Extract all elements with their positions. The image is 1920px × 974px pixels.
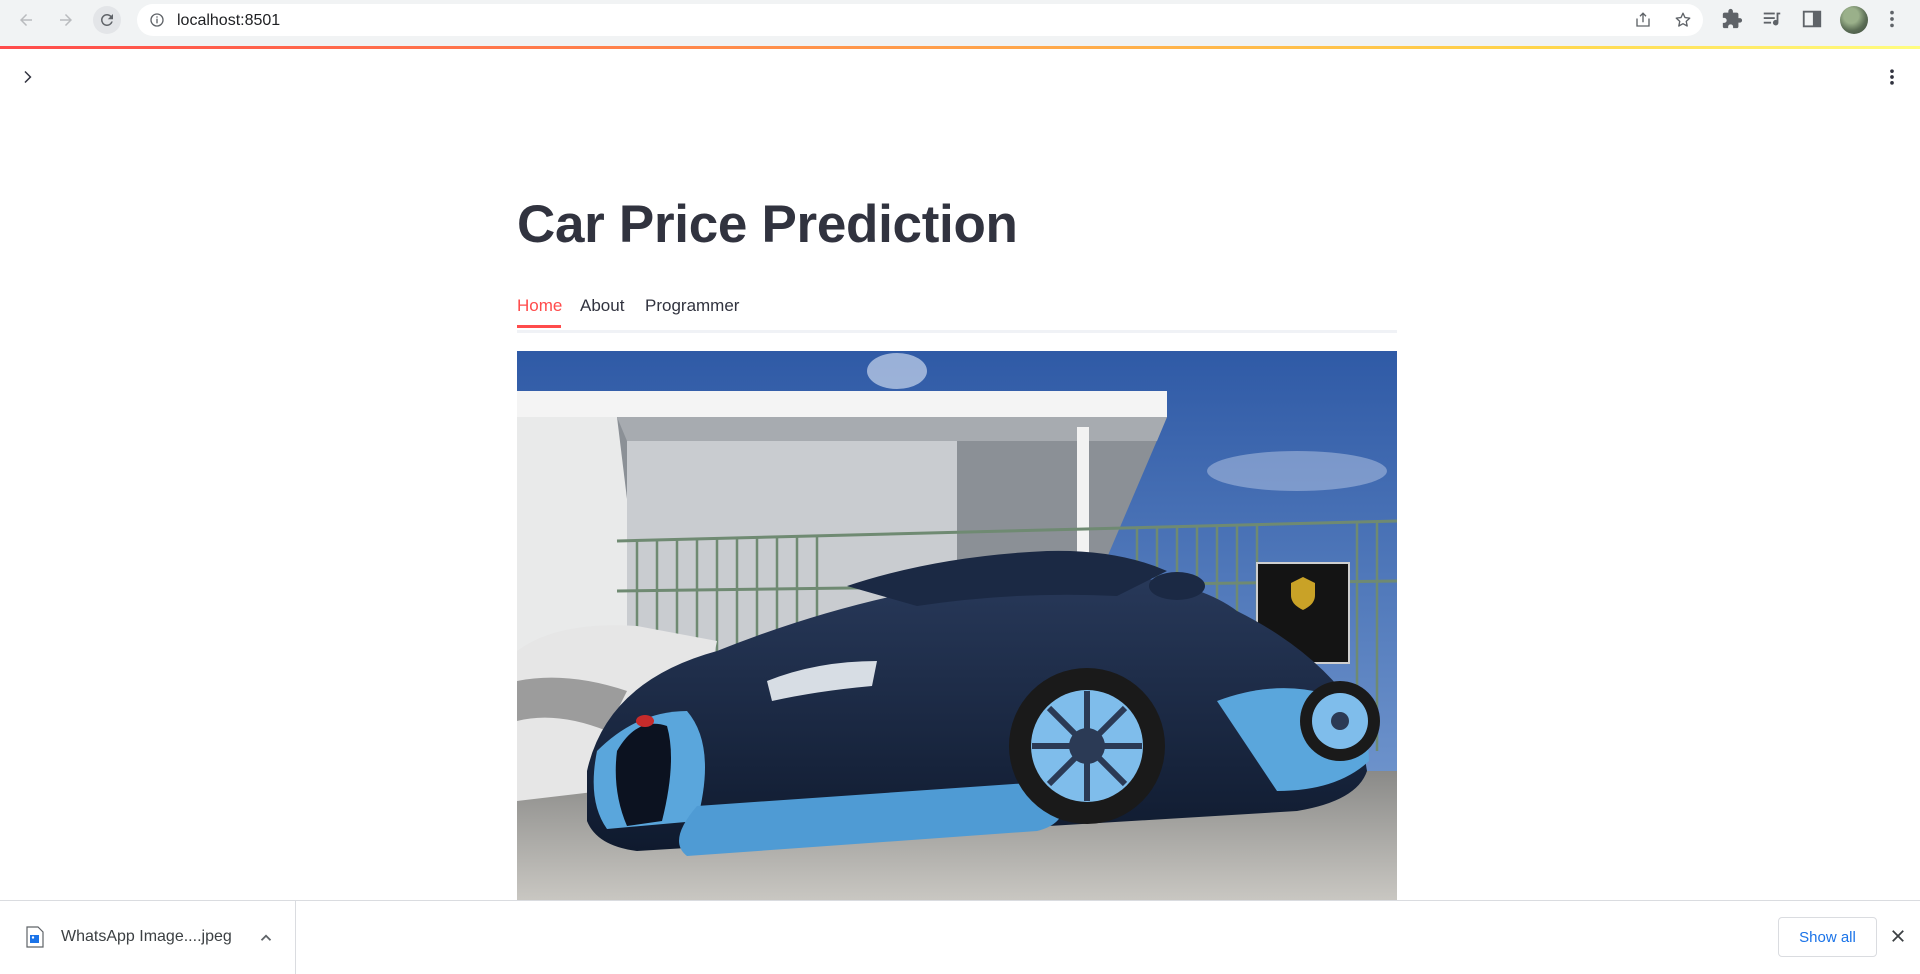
close-icon[interactable] bbox=[1889, 927, 1907, 945]
media-queue-icon[interactable] bbox=[1761, 8, 1783, 30]
download-item[interactable]: WhatsApp Image....jpeg bbox=[0, 901, 296, 974]
info-icon[interactable] bbox=[149, 12, 165, 28]
reload-button[interactable] bbox=[93, 6, 121, 34]
back-button[interactable] bbox=[12, 6, 40, 34]
extensions-icon[interactable] bbox=[1721, 8, 1743, 30]
arrow-left-icon bbox=[20, 14, 32, 26]
tab-bar: Home About Programmer bbox=[517, 290, 1397, 333]
active-tab-indicator bbox=[517, 325, 561, 328]
url-text[interactable]: localhost:8501 bbox=[177, 12, 280, 30]
profile-avatar[interactable] bbox=[1840, 6, 1868, 34]
chevron-up-icon[interactable] bbox=[257, 929, 275, 947]
share-icon[interactable] bbox=[1634, 11, 1652, 29]
side-panel-icon[interactable] bbox=[1801, 8, 1823, 30]
reload-icon bbox=[100, 13, 113, 26]
download-shelf: WhatsApp Image....jpeg Show all bbox=[0, 900, 1920, 974]
page-title: Car Price Prediction bbox=[517, 195, 1018, 254]
hero-image bbox=[517, 351, 1397, 901]
address-bar[interactable]: localhost:8501 bbox=[137, 4, 1703, 36]
download-file-name[interactable]: WhatsApp Image....jpeg bbox=[61, 928, 232, 946]
arrow-right-icon bbox=[60, 14, 72, 26]
chevron-right-icon[interactable] bbox=[18, 68, 36, 86]
tab-programmer[interactable]: Programmer bbox=[645, 294, 739, 324]
browser-toolbar: localhost:8501 bbox=[0, 0, 1920, 47]
browser-menu-icon[interactable] bbox=[1881, 8, 1903, 30]
car-photo bbox=[517, 351, 1397, 901]
app-top-decoration-bar bbox=[0, 46, 1920, 49]
kebab-menu-icon[interactable] bbox=[1882, 67, 1902, 87]
tab-about[interactable]: About bbox=[580, 294, 624, 324]
image-file-icon bbox=[26, 926, 44, 948]
forward-button[interactable] bbox=[52, 6, 80, 34]
star-icon[interactable] bbox=[1674, 11, 1692, 29]
show-all-button[interactable]: Show all bbox=[1778, 917, 1877, 957]
tab-home[interactable]: Home bbox=[517, 294, 562, 324]
